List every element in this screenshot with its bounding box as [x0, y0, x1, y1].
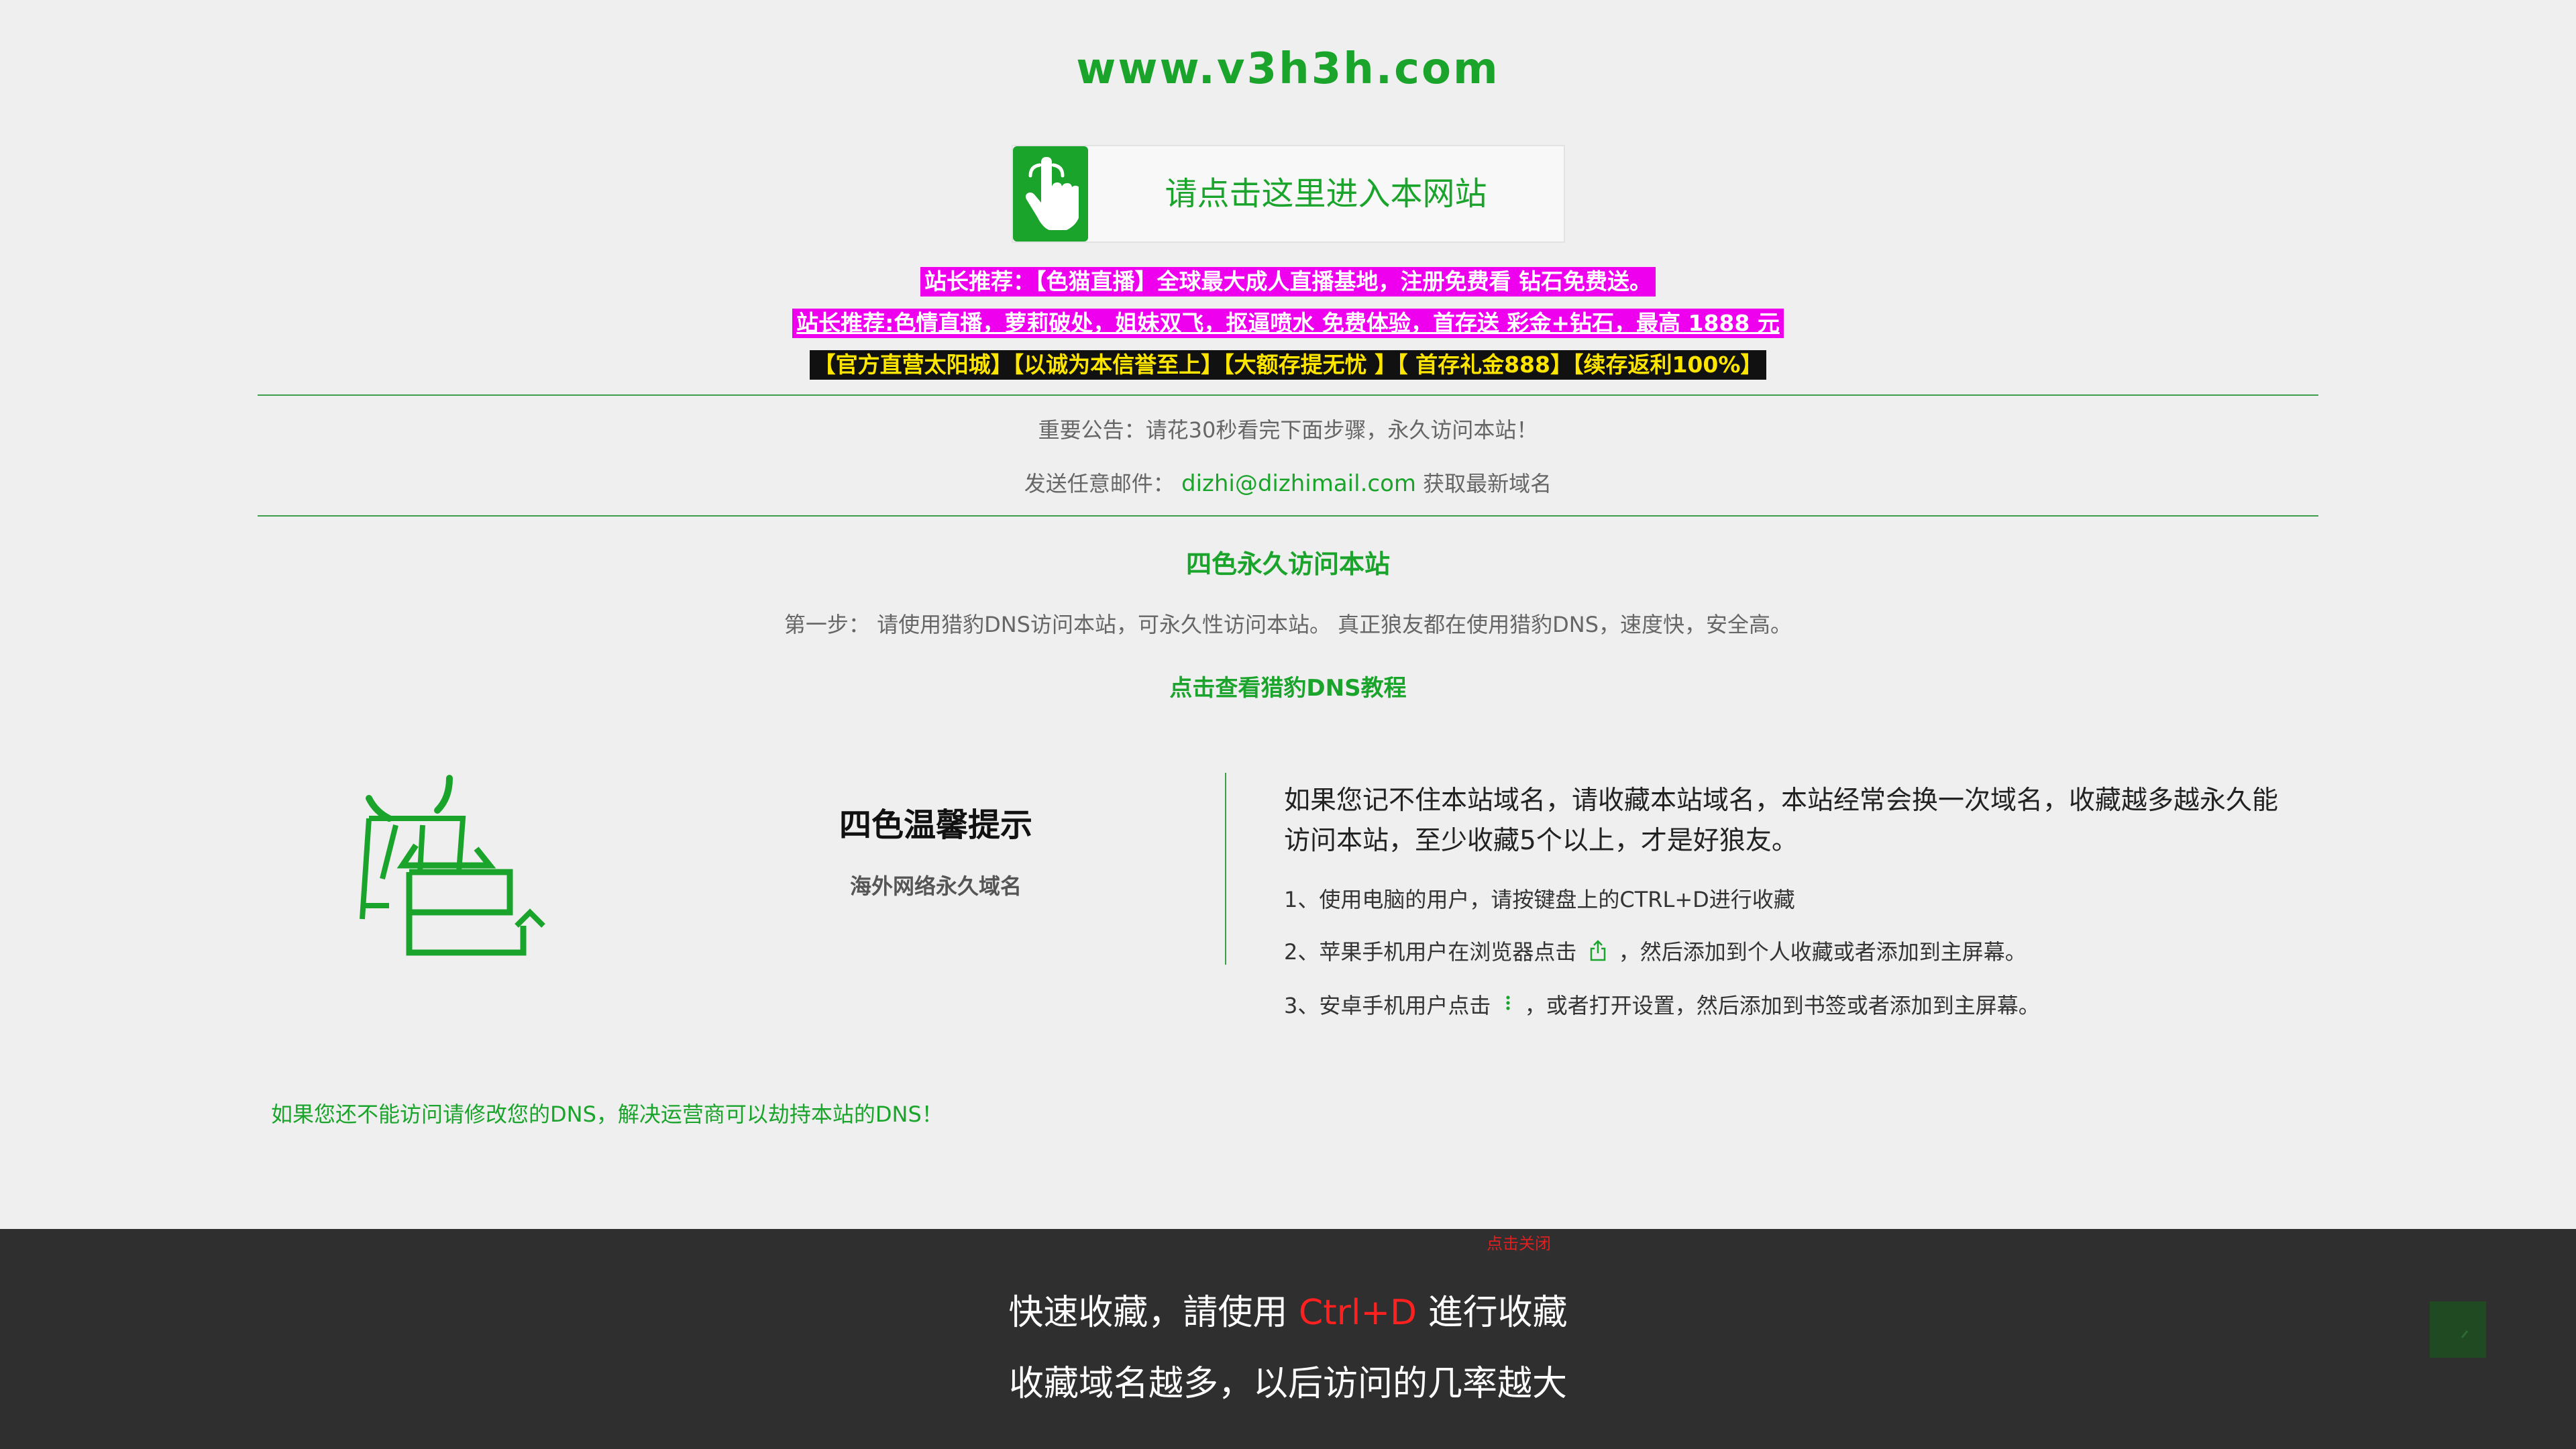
tips-subtitle: 海外网络永久域名	[849, 873, 1022, 899]
enter-site-label: 请点击这里进入本网站	[1165, 175, 1487, 213]
close-bar-link[interactable]: 点击关闭	[1487, 1230, 1551, 1254]
tip-android-suffix: ，或者打开设置，然后添加到书签或者添加到主屏幕。	[1524, 993, 2040, 1018]
bookmark-tip: 收藏域名越多，以后访问的几率越大	[1008, 1364, 1567, 1404]
hand-pointer-icon	[1013, 146, 1088, 241]
tip-item-iphone: 2、苹果手机用户在浏览器点击 ，然后添加到个人收藏或者添加到主屏幕。	[1284, 935, 2027, 967]
ad-banner-2[interactable]: 站长推荐:色情直播，萝莉破处，姐妹双飞，抠逼喷水 免费体验，首存送 彩金+钻石，…	[0, 309, 2576, 338]
bookmark-hint: 快速收藏，請使用 Ctrl+D 進行收藏	[0, 1284, 2576, 1334]
ad-text-3[interactable]: 【官方直营太阳城】【以诚为本信誉至上】【大额存提无忧 】【 首存礼金888】【续…	[809, 350, 1767, 380]
bookmark-shortcut: Ctrl+D	[1298, 1293, 1417, 1333]
site-logo	[349, 771, 550, 966]
more-vertical-icon	[1503, 994, 1513, 1020]
tips-title: 四色温馨提示	[839, 806, 1032, 844]
ad-banner-3[interactable]: 【官方直营太阳城】【以诚为本信誉至上】【大额存提无忧 】【 首存礼金888】【续…	[0, 350, 2576, 380]
tip-item-pc: 1、使用电脑的用户，请按键盘上的CTRL+D进行收藏	[1284, 887, 1795, 912]
dns-tutorial-link[interactable]: 点击查看猎豹DNS教程	[0, 669, 2576, 702]
ad-banner-1[interactable]: 站长推荐：【色猫直播】全球最大成人直播基地，注册免费看 钻石免费送。	[0, 267, 2576, 297]
bookmark-hint-prefix: 快速收藏，請使用	[1008, 1293, 1299, 1333]
bookmark-bar	[0, 1229, 2576, 1449]
bookmark-hint-suffix: 進行收藏	[1417, 1293, 1568, 1333]
share-icon	[1589, 940, 1607, 967]
section-title: 四色永久访问本站	[1185, 549, 1390, 579]
divider-top	[258, 394, 2318, 396]
email-notice-prefix: 发送任意邮件：	[1024, 471, 1175, 496]
tip-iphone-suffix: ，然后添加到个人收藏或者添加到主屏幕。	[1618, 939, 2027, 965]
scroll-top-button[interactable]	[2430, 1301, 2486, 1358]
tips-divider	[1225, 773, 1226, 965]
ad-text-2[interactable]: 站长推荐:色情直播，萝莉破处，姐妹双飞，抠逼喷水 免费体验，首存送 彩金+钻石，…	[792, 309, 1784, 338]
important-notice: 重要公告：请花30秒看完下面步骤，永久访问本站！	[1038, 417, 1538, 443]
tip-iphone-prefix: 2、苹果手机用户在浏览器点击	[1284, 939, 1577, 965]
contact-email-link[interactable]: dizhi@dizhimail.com	[1181, 470, 1416, 497]
tips-body: 如果您记不住本站域名，请收藏本站域名，本站经常会换一次域名，收藏越多越永久能访问…	[1284, 786, 2279, 856]
dns-warning: 如果您还不能访问请修改您的DNS，解决运营商可以劫持本站的DNS！	[271, 1102, 943, 1127]
enter-site-button[interactable]: 请点击这里进入本网站	[1012, 145, 1565, 243]
arrow-icon	[2461, 1330, 2469, 1338]
email-notice-suffix: 获取最新域名	[1423, 471, 1552, 496]
site-domain-title: www.v3h3h.com	[1076, 44, 1500, 94]
step-one-text: 第一步： 请使用猎豹DNS访问本站，可永久性访问本站。 真正狼友都在使用猎豹DN…	[784, 612, 1792, 637]
email-notice: 发送任意邮件： dizhi@dizhimail.com 获取最新域名	[0, 467, 2576, 498]
tip-item-android: 3、安卓手机用户点击 ，或者打开设置，然后添加到书签或者添加到主屏幕。	[1284, 989, 2040, 1020]
ad-text-1[interactable]: 站长推荐：【色猫直播】全球最大成人直播基地，注册免费看 钻石免费送。	[920, 267, 1656, 297]
divider-bottom	[258, 515, 2318, 517]
tip-android-prefix: 3、安卓手机用户点击	[1284, 993, 1491, 1018]
page: www.v3h3h.com 请点击这里进入本网站 站长推荐：【色猫直播】全球最大…	[0, 0, 2576, 1449]
